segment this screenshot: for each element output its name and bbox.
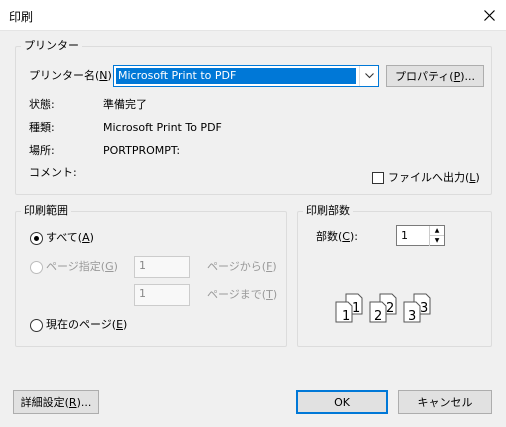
printer-select[interactable]: Microsoft Print to PDF (113, 65, 379, 87)
cancel-button[interactable]: キャンセル (398, 390, 492, 414)
location-value: PORTPROMPT: (103, 144, 181, 157)
printer-select-value: Microsoft Print to PDF (116, 68, 356, 84)
page-from-input[interactable]: 1 (134, 256, 190, 278)
print-to-file-label[interactable]: ファイルへ出力(L) (388, 171, 480, 185)
close-icon (484, 9, 495, 21)
collate-num: 2 (374, 309, 382, 324)
status-value: 準備完了 (103, 98, 147, 111)
advanced-settings-button[interactable]: 詳細設定(R)... (13, 390, 99, 414)
copies-group-label: 印刷部数 (303, 204, 353, 218)
collate-num: 3 (408, 309, 416, 324)
copies-stepper[interactable]: 1 ▲ ▼ (396, 225, 445, 246)
printer-group-label: プリンター (21, 39, 82, 53)
printer-name-label: プリンター名(N): (29, 69, 116, 82)
window-title: 印刷 (9, 10, 34, 24)
copies-value: 1 (401, 229, 408, 242)
status-label: 状態: (29, 98, 55, 111)
page-range-radio[interactable] (30, 261, 43, 274)
properties-button[interactable]: プロパティ(P)... (386, 65, 484, 87)
stepper-buttons: ▲ ▼ (429, 226, 444, 246)
comment-label: コメント: (29, 166, 77, 179)
page-to-label: ページまで(T) (207, 288, 278, 301)
title-bar (0, 0, 506, 31)
ok-button[interactable]: OK (296, 390, 388, 414)
type-label: 種類: (29, 121, 55, 134)
print-to-file-checkbox[interactable] (372, 172, 384, 184)
current-page-radio[interactable] (30, 319, 43, 332)
all-pages-radio[interactable] (30, 232, 43, 245)
current-page-label[interactable]: 現在のページ(E) (46, 318, 127, 332)
page-from-label: ページから(F) (207, 260, 277, 273)
close-button[interactable] (473, 0, 506, 30)
collate-icon: 1 1 2 2 3 3 (335, 293, 431, 324)
all-pages-label[interactable]: すべて(A) (46, 231, 94, 245)
spin-down-icon[interactable]: ▼ (430, 236, 444, 245)
chevron-down-icon (359, 66, 378, 86)
page-to-input[interactable]: 1 (134, 284, 190, 306)
spin-up-icon[interactable]: ▲ (430, 226, 444, 236)
collate-num: 1 (342, 309, 350, 324)
collate-num: 2 (386, 301, 394, 316)
page-range-label[interactable]: ページ指定(G) (46, 260, 118, 274)
type-value: Microsoft Print To PDF (103, 121, 222, 134)
collate-num: 3 (420, 301, 428, 316)
collate-num: 1 (352, 301, 360, 316)
location-label: 場所: (29, 144, 55, 157)
copies-label: 部数(C): (316, 230, 358, 243)
print-range-group-label: 印刷範囲 (21, 204, 71, 218)
